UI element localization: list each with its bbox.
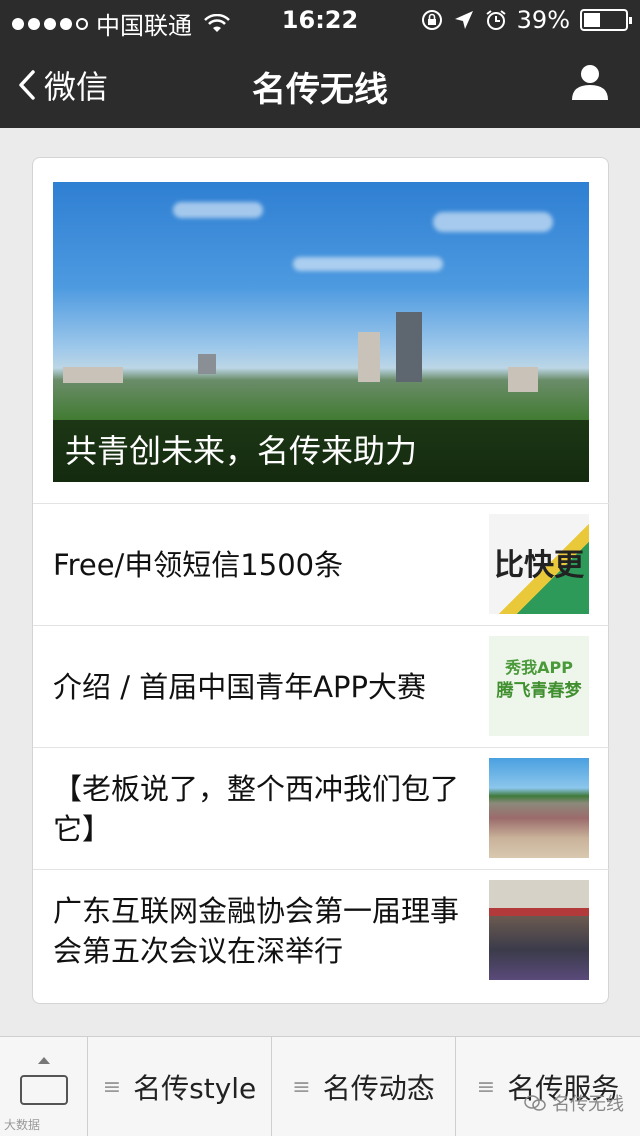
page-title: 名传无线 (252, 70, 388, 110)
cloud-shape (173, 202, 263, 218)
building-shape (63, 367, 123, 383)
thumbnail-text: 腾飞青春梦 (496, 681, 582, 701)
list-item-title: Free/申领短信1500条 (53, 547, 344, 582)
menu-item-news[interactable]: ≡ 名传动态 (272, 1037, 456, 1136)
hero-article[interactable]: 共青创未来，名传来助力 (53, 182, 589, 482)
list-item-title: 广东互联网金融协会第一届理事会第五次会议在深举行 (53, 893, 460, 968)
list-item[interactable]: Free/申领短信1500条 比快更 (33, 504, 610, 625)
nav-bar: 微信 名传无线 (0, 40, 640, 128)
menu-item-style[interactable]: ≡ 名传style (88, 1037, 272, 1136)
article-thumbnail (489, 880, 589, 980)
building-shape (508, 367, 538, 392)
cloud-shape (293, 257, 443, 271)
battery-icon (580, 9, 632, 31)
watermark: 名传无线 (524, 1090, 624, 1116)
alarm-icon (486, 10, 506, 30)
list-item[interactable]: 广东互联网金融协会第一届理事会第五次会议在深举行 (33, 870, 610, 991)
location-icon (454, 11, 473, 29)
cloud-shape (433, 212, 553, 232)
article-thumbnail: 比快更 (489, 514, 589, 614)
menu-lines-icon: ≡ (292, 1074, 311, 1100)
building-shape (396, 312, 422, 382)
keyboard-icon (20, 1075, 68, 1105)
menu-lines-icon: ≡ (102, 1074, 122, 1100)
watermark-text: 名传无线 (552, 1094, 624, 1115)
menu-item-service[interactable]: ≡ 名传服务 (456, 1037, 640, 1136)
list-item-title: 介绍 / 首届中国青年APP大赛 (53, 669, 427, 704)
wechat-icon (524, 1095, 546, 1111)
building-shape (358, 332, 380, 382)
list-item[interactable]: 介绍 / 首届中国青年APP大赛 秀我APP 腾飞青春梦 (33, 626, 610, 747)
menu-label: 名传style (133, 1072, 257, 1105)
hero-caption: 共青创未来，名传来助力 (53, 420, 589, 482)
article-card: 共青创未来，名传来助力 Free/申领短信1500条 比快更 介绍 / 首届中国… (32, 157, 610, 1004)
thumbnail-text: 秀我APP (505, 658, 573, 677)
list-item-title: 【老板说了，整个西冲我们包了它】 (53, 771, 460, 846)
watermark-text: 大数据 (4, 1118, 41, 1132)
thumbnail-text: 比快更 (494, 548, 584, 583)
article-thumbnail (489, 758, 589, 858)
bottom-menu-bar: 大数据 ≡ 名传style ≡ 名传动态 ≡ 名传服务 名传无线 (0, 1036, 640, 1136)
article-thumbnail: 秀我APP 腾飞青春梦 (489, 636, 589, 736)
battery-percent: 39% (516, 6, 570, 34)
chevron-up-icon (38, 1057, 50, 1064)
keyboard-toggle-button[interactable]: 大数据 (0, 1037, 88, 1136)
menu-label: 名传动态 (322, 1072, 435, 1105)
menu-lines-icon: ≡ (476, 1074, 496, 1100)
building-shape (198, 354, 216, 374)
status-right: 39% (421, 6, 632, 34)
profile-icon[interactable] (570, 62, 610, 102)
status-bar: 中国联通 16:22 39% (0, 0, 640, 40)
rotation-lock-icon (421, 10, 442, 30)
list-item[interactable]: 【老板说了，整个西冲我们包了它】 (33, 748, 610, 869)
